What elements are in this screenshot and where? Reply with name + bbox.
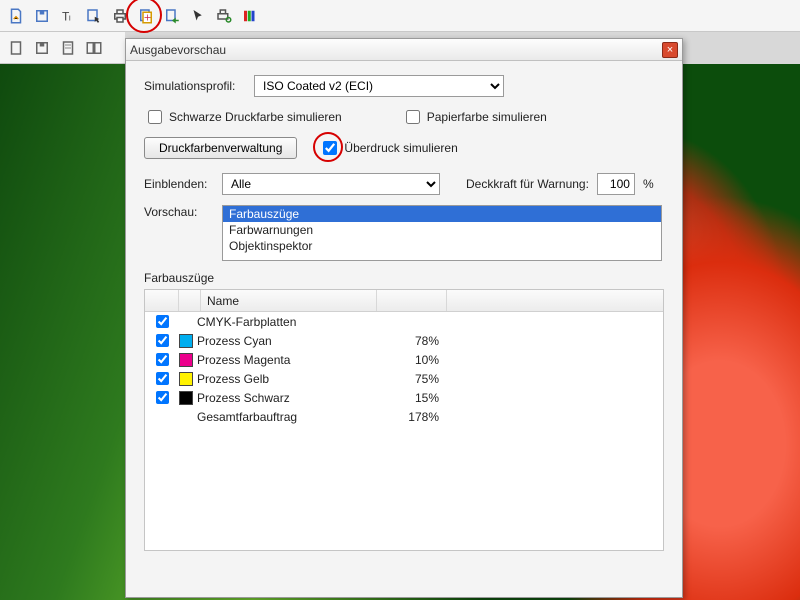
row-name: Prozess Gelb (197, 372, 373, 386)
color-bars-icon[interactable] (238, 4, 262, 28)
row-name: Prozess Magenta (197, 353, 373, 367)
row-checkbox[interactable] (156, 353, 169, 366)
preview-listbox[interactable]: Farbauszüge Farbwarnungen Objektinspekto… (222, 205, 662, 261)
new-doc-icon[interactable] (4, 4, 28, 28)
row-name: Gesamtfarbauftrag (197, 410, 373, 424)
row-value: 178% (373, 410, 439, 424)
color-swatch (179, 353, 193, 367)
export-icon[interactable] (160, 4, 184, 28)
close-icon[interactable]: × (662, 42, 678, 58)
color-swatch (179, 334, 193, 348)
row-value: 78% (373, 334, 439, 348)
chk-paper-color[interactable]: Papierfarbe simulieren (402, 107, 547, 127)
text-icon[interactable]: TI (56, 4, 80, 28)
color-swatch (179, 391, 193, 405)
simprofile-select[interactable]: ISO Coated v2 (ECI) (254, 75, 504, 97)
row-name: Prozess Cyan (197, 334, 373, 348)
table-row: Prozess Schwarz15% (145, 388, 663, 407)
spread-icon[interactable] (82, 36, 106, 60)
list-item[interactable]: Farbwarnungen (223, 222, 661, 238)
color-swatch (179, 372, 193, 386)
pointer-icon[interactable] (186, 4, 210, 28)
col-name: Name (201, 290, 377, 311)
row-value: 15% (373, 391, 439, 405)
list-item[interactable]: Farbauszüge (223, 206, 661, 222)
table-row: Prozess Cyan78% (145, 331, 663, 350)
color-swatch (179, 410, 193, 424)
table-row: CMYK-Farbplatten (145, 312, 663, 331)
simprofile-label: Simulationsprofil: (144, 79, 246, 93)
ink-manager-button[interactable]: Druckfarbenverwaltung (144, 137, 297, 159)
row-checkbox[interactable] (156, 372, 169, 385)
preflight-icon[interactable] (134, 4, 158, 28)
save-icon[interactable] (30, 4, 54, 28)
toolbar-secondary (0, 32, 125, 64)
row-name: Prozess Schwarz (197, 391, 373, 405)
dialog-titlebar[interactable]: Ausgabevorschau × (126, 39, 682, 61)
toolbar-main: TI (0, 0, 800, 32)
output-preview-dialog: Ausgabevorschau × Simulationsprofil: ISO… (125, 38, 683, 598)
color-swatch (179, 315, 193, 329)
separations-table: Name CMYK-FarbplattenProzess Cyan78%Proz… (144, 289, 664, 551)
page-icon[interactable] (4, 36, 28, 60)
table-row: Prozess Magenta10% (145, 350, 663, 369)
preview-label: Vorschau: (144, 205, 214, 219)
show-label: Einblenden: (144, 177, 214, 191)
table-row: Gesamtfarbauftrag178% (145, 407, 663, 426)
row-checkbox[interactable] (156, 391, 169, 404)
select-icon[interactable] (82, 4, 106, 28)
row-name: CMYK-Farbplatten (197, 315, 373, 329)
opacity-input[interactable] (597, 173, 635, 195)
dialog-title: Ausgabevorschau (130, 43, 226, 57)
page2-icon[interactable] (56, 36, 80, 60)
chk-black-ink[interactable]: Schwarze Druckfarbe simulieren (144, 107, 342, 127)
opacity-unit: % (643, 177, 654, 191)
table-header: Name (145, 290, 663, 312)
show-select[interactable]: Alle (222, 173, 440, 195)
print-setup-icon[interactable] (212, 4, 236, 28)
table-row: Prozess Gelb75% (145, 369, 663, 388)
row-value: 10% (373, 353, 439, 367)
list-item[interactable]: Objektinspektor (223, 238, 661, 254)
separations-title: Farbauszüge (144, 271, 664, 285)
svg-text:I: I (69, 13, 71, 22)
save2-icon[interactable] (30, 36, 54, 60)
row-checkbox[interactable] (156, 315, 169, 328)
opacity-label: Deckkraft für Warnung: (466, 177, 589, 191)
row-checkbox[interactable] (156, 334, 169, 347)
chk-overprint[interactable]: Überdruck simulieren (319, 138, 457, 158)
row-value: 75% (373, 372, 439, 386)
